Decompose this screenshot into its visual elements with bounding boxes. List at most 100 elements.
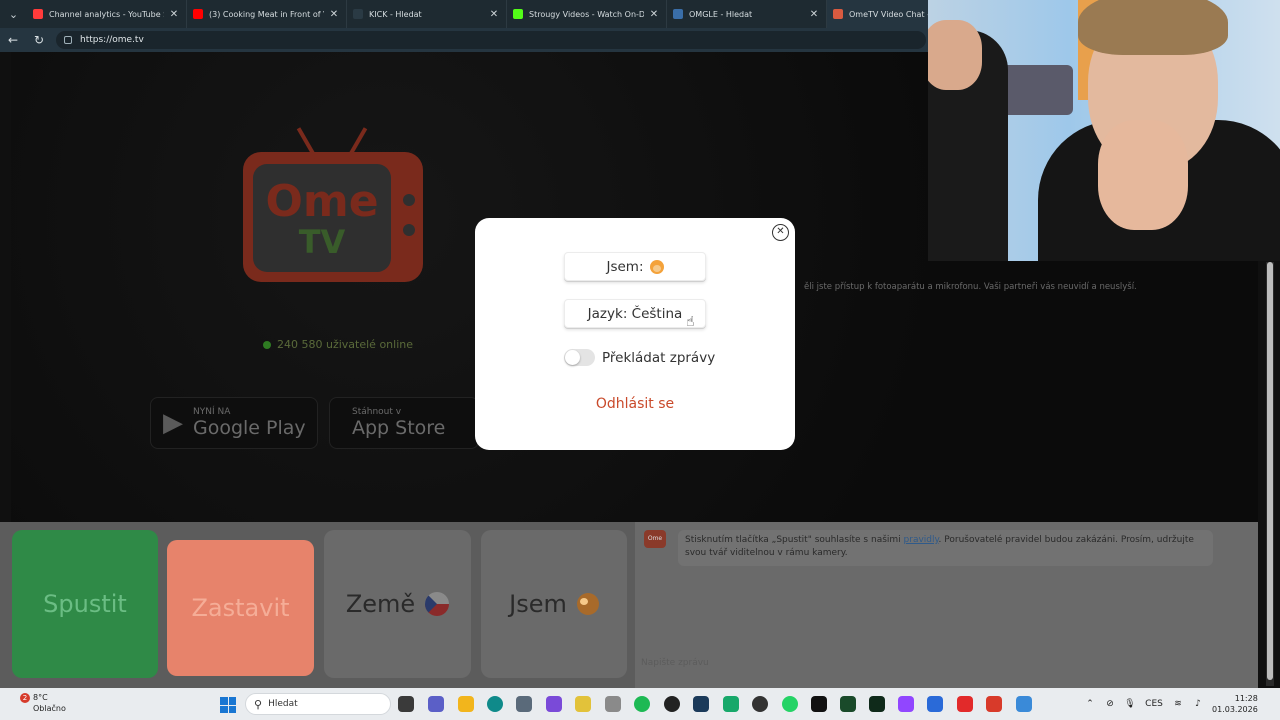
- tab-list-menu-icon[interactable]: ⌄: [0, 0, 27, 28]
- app-green-icon[interactable]: [723, 696, 739, 712]
- person-right-hair-shape: [1078, 0, 1228, 55]
- ometv-logo: Ome TV: [243, 127, 423, 282]
- file-explorer-icon[interactable]: [458, 696, 474, 712]
- language-indicator[interactable]: CES: [1140, 699, 1168, 709]
- tab-kick-search[interactable]: KICK - Hledat ✕: [347, 0, 507, 28]
- reload-icon[interactable]: ↻: [26, 33, 52, 47]
- whatsapp-icon[interactable]: [782, 696, 798, 712]
- app-dark-circle-icon[interactable]: [664, 696, 680, 712]
- boy-avatar-icon: [649, 259, 664, 274]
- tab-cooking-meat[interactable]: (3) Cooking Meat in Front of Vegans ✕: [187, 0, 347, 28]
- person-left-head-shape: [928, 20, 982, 90]
- back-arrow-icon[interactable]: ←: [0, 33, 26, 47]
- chat-input[interactable]: Napište zprávu: [641, 658, 1241, 668]
- logo-knob-shape: [403, 194, 415, 206]
- calculator-icon[interactable]: [516, 696, 532, 712]
- obs-icon[interactable]: [752, 696, 768, 712]
- microphone-app-icon[interactable]: [605, 696, 621, 712]
- weather-temp: 8°C: [33, 693, 48, 702]
- search-icon: ⚲: [254, 697, 263, 711]
- tab-close-icon[interactable]: ✕: [168, 9, 180, 20]
- taskbar: 2 8°C Oblačno ⚲ Hledat ⌃ ⊘ 🎙 CES ≋ ♪ 11:2…: [0, 688, 1280, 720]
- taskbar-search[interactable]: ⚲ Hledat: [245, 693, 391, 715]
- task-view-icon[interactable]: [398, 696, 414, 712]
- steam-icon[interactable]: [693, 696, 709, 712]
- hand-cursor-icon: ☝: [686, 314, 695, 330]
- boy-avatar-icon: [576, 593, 599, 615]
- weather-widget[interactable]: 2 8°C Oblačno: [20, 692, 66, 714]
- app-light-blue-icon[interactable]: [1016, 696, 1032, 712]
- language-button[interactable]: Jazyk: Čeština: [564, 299, 706, 328]
- chat-message-prefix: Stisknutím tlačítka „Spustit" souhlasíte…: [685, 535, 904, 545]
- app-store-button[interactable]: Stáhnout v App Store: [329, 397, 479, 449]
- teams-icon[interactable]: [428, 696, 444, 712]
- chat-rules-message: Stisknutím tlačítka „Spustit" souhlasíte…: [678, 530, 1213, 566]
- google-play-button[interactable]: ▶ NYNÍ NA Google Play: [150, 397, 318, 449]
- start-button[interactable]: Spustit: [12, 530, 158, 678]
- tab-omgle-search[interactable]: OMGLE - Hledat ✕: [667, 0, 827, 28]
- kick-icon[interactable]: [869, 696, 885, 712]
- tab-title: Strougy Videos - Watch On-Demand: [529, 9, 644, 19]
- gender-label: Jsem:: [606, 258, 644, 275]
- logo-knob-shape: [403, 224, 415, 236]
- stop-button[interactable]: Zastavit: [167, 540, 314, 676]
- volume-icon[interactable]: ♪: [1188, 699, 1208, 709]
- app-store-big-text: App Store: [352, 417, 446, 439]
- clock-date: 01.03.2026: [1212, 705, 1258, 714]
- ometv-chat-logo-icon: Ome: [644, 530, 666, 548]
- chevron-up-icon[interactable]: ⌃: [1080, 699, 1100, 709]
- control-panel: Spustit Zastavit Země Jsem: [0, 522, 635, 688]
- logout-link[interactable]: Odhlásit se: [475, 396, 795, 412]
- network-off-icon[interactable]: ⊘: [1100, 699, 1120, 709]
- iam-label: Jsem: [509, 590, 567, 618]
- spotify-icon[interactable]: [634, 696, 650, 712]
- app-purple-icon[interactable]: [546, 696, 562, 712]
- logo-word-tv: TV: [298, 223, 346, 261]
- tab-close-icon[interactable]: ✕: [648, 9, 660, 20]
- page-scrollbar[interactable]: [1266, 262, 1274, 686]
- tab-close-icon[interactable]: ✕: [328, 9, 340, 20]
- gender-button[interactable]: Jsem:: [564, 252, 706, 281]
- edge-icon[interactable]: [487, 696, 503, 712]
- search-favicon-icon: [353, 9, 363, 19]
- tab-title: KICK - Hledat: [369, 9, 422, 19]
- webcam-overlay: [928, 0, 1280, 261]
- tab-close-icon[interactable]: ✕: [488, 9, 500, 20]
- tiktok-icon[interactable]: [811, 696, 827, 712]
- twitch-icon[interactable]: [898, 696, 914, 712]
- youtube-icon[interactable]: [957, 696, 973, 712]
- country-button[interactable]: Země: [324, 530, 471, 678]
- app-dark-green-icon[interactable]: [840, 696, 856, 712]
- iam-button[interactable]: Jsem: [481, 530, 627, 678]
- camera-permission-note: ěli jste přístup k fotoaparátu a mikrofo…: [804, 282, 1137, 292]
- url-text: https://ome.tv: [80, 35, 144, 45]
- wifi-icon[interactable]: ≋: [1168, 699, 1188, 709]
- site-info-icon[interactable]: [64, 36, 72, 44]
- app-blue-icon[interactable]: [927, 696, 943, 712]
- ometv-favicon-icon: [833, 9, 843, 19]
- translate-toggle[interactable]: [564, 349, 595, 366]
- windows-start-icon[interactable]: [220, 697, 236, 713]
- rules-link[interactable]: pravidly: [904, 535, 939, 545]
- tab-close-icon[interactable]: ✕: [808, 9, 820, 20]
- chat-panel: Ome Stisknutím tlačítka „Spustit" souhla…: [635, 522, 1258, 688]
- person-right-hand-shape: [1098, 120, 1188, 230]
- clock-time: 11:28: [1234, 694, 1258, 703]
- settings-modal: ✕ Jsem: Jazyk: Čeština Překládat zprávy …: [475, 218, 795, 450]
- scrollbar-thumb[interactable]: [1267, 262, 1273, 680]
- tab-youtube-studio[interactable]: Channel analytics - YouTube Studio ✕: [27, 0, 187, 28]
- kick-favicon-icon: [513, 9, 523, 19]
- url-field[interactable]: https://ome.tv: [56, 31, 926, 49]
- antenna-right-shape: [346, 127, 368, 159]
- close-icon[interactable]: ✕: [772, 224, 789, 241]
- download-app-icon[interactable]: [986, 696, 1002, 712]
- online-count-text: 240 580 uživatelé online: [277, 338, 413, 351]
- logo-screen: Ome TV: [253, 164, 391, 272]
- microphone-icon[interactable]: 🎙: [1120, 699, 1140, 709]
- weather-desc: Oblačno: [33, 704, 66, 713]
- app-yellow-icon[interactable]: [575, 696, 591, 712]
- clock[interactable]: 11:28 01.03.2026: [1212, 693, 1258, 715]
- translate-label: Překládat zprávy: [602, 349, 716, 366]
- tab-strougy-videos[interactable]: Strougy Videos - Watch On-Demand ✕: [507, 0, 667, 28]
- czech-flag-icon: [425, 592, 450, 616]
